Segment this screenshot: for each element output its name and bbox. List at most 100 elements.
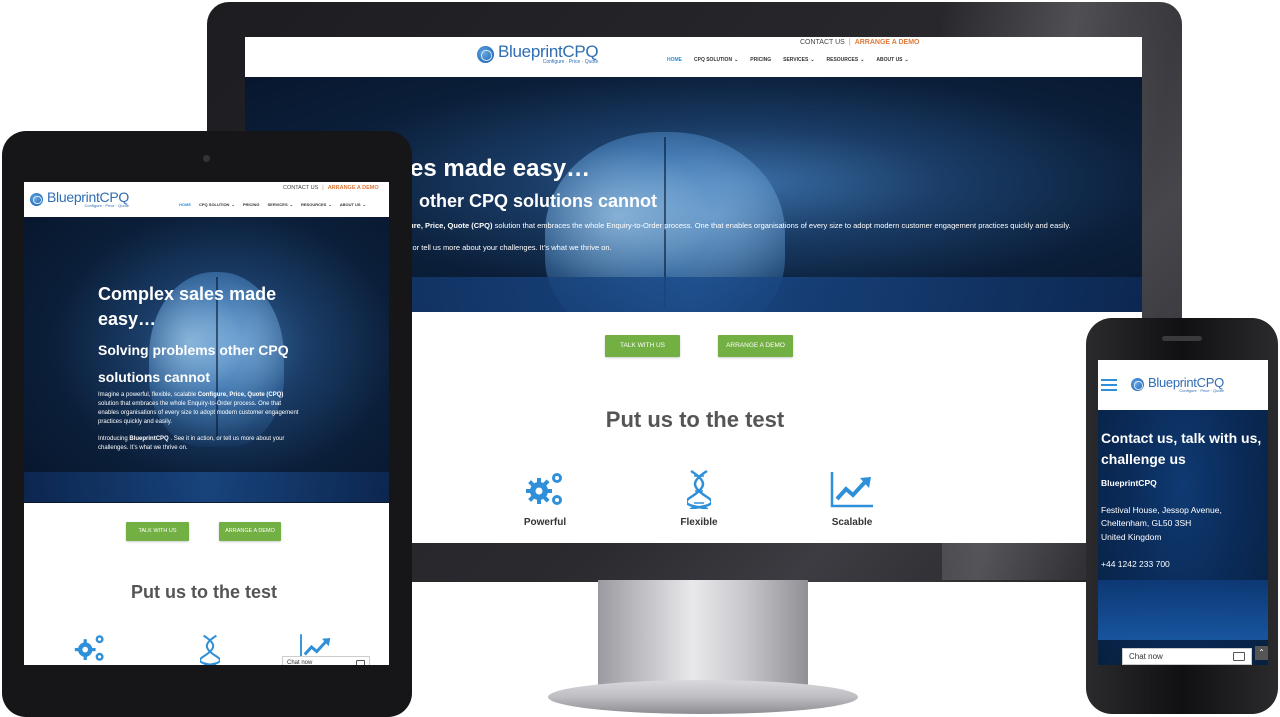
logo-tagline: Configure · Price · Quote [542, 59, 599, 65]
hamburger-menu-icon[interactable] [1101, 379, 1117, 391]
chat-label: Chat now [1129, 652, 1163, 661]
nav-about-us-label: ABOUT US [339, 202, 361, 207]
tablet-website: BlueprintCPQ Configure · Price · Quote C… [24, 182, 389, 665]
address-line-1: Festival House, Jessop Avenue, [1101, 505, 1222, 515]
chevron-down-icon: ⌄ [904, 57, 909, 63]
site-header: BlueprintCPQ Configure · Price · Quote C… [245, 37, 1142, 77]
main-nav: HOME CPQ SOLUTION ⌄ PRICING SERVICES ⌄ RES… [667, 57, 909, 63]
logo-mark-icon [1131, 378, 1144, 392]
chevron-down-icon: ⌄ [810, 57, 815, 63]
contact-us-link[interactable]: CONTACT US [283, 185, 318, 191]
hero-subtitle: Solving problems other CPQ solutions can… [98, 342, 289, 385]
nav-home[interactable]: HOME [179, 202, 191, 207]
nav-cpq-solution-label: CPQ SOLUTION [199, 202, 230, 207]
dna-icon [200, 634, 220, 665]
hero-intro-2: Introducing BlueprintCPQ . See it in act… [98, 435, 308, 453]
chat-label: Chat now [287, 660, 313, 665]
contact-us-link[interactable]: CONTACT US [800, 39, 845, 46]
arrange-demo-button[interactable]: ARRANGE A DEMO [219, 522, 281, 541]
hero-intro-b: solution that embraces the whole Enquiry… [98, 401, 299, 425]
site-header: BlueprintCPQ Configure · Price · Quote C… [24, 182, 389, 217]
chat-widget[interactable]: Chat now [1122, 648, 1252, 665]
talk-with-us-button[interactable]: TALK WITH US [126, 522, 189, 541]
chat-window-icon [356, 659, 365, 665]
arrange-demo-link[interactable]: ARRANGE A DEMO [855, 39, 920, 46]
top-links: CONTACT US | ARRANGE A DEMO [800, 39, 920, 46]
contact-band [1098, 580, 1268, 640]
chevron-down-icon: ⌄ [362, 202, 366, 207]
devices-mockup: BlueprintCPQ Configure · Price · Quote C… [0, 0, 1280, 717]
contact-heading: Contact us, talk with us, challenge us [1101, 430, 1262, 467]
tablet-camera [203, 155, 210, 162]
site-logo[interactable]: BlueprintCPQ Configure · Price · Quote [1131, 376, 1224, 393]
feature-flexible: Flexible [659, 469, 739, 528]
chevron-down-icon: ⌄ [734, 57, 739, 63]
section-title: Put us to the test [605, 407, 785, 432]
nav-resources[interactable]: RESOURCES ⌄ [301, 202, 332, 207]
company-name: BlueprintCPQ [1101, 478, 1157, 488]
arrange-demo-button[interactable]: ARRANGE A DEMO [718, 335, 793, 357]
nav-about-us[interactable]: ABOUT US ⌄ [340, 202, 366, 207]
hero-band [24, 472, 389, 502]
nav-about-us[interactable]: ABOUT US ⌄ [876, 57, 908, 63]
nav-resources-label: RESOURCES [301, 202, 327, 207]
logo-wordmark: BlueprintCPQ [498, 42, 599, 61]
arrange-demo-link[interactable]: ARRANGE A DEMO [328, 185, 379, 191]
feature-scalable: Scalable [812, 469, 892, 528]
nav-about-us-label: ABOUT US [876, 57, 903, 63]
address-line-3: United Kingdom [1101, 532, 1162, 542]
top-links-separator: | [848, 39, 851, 46]
nav-pricing[interactable]: PRICING [750, 57, 771, 63]
contact-section: Contact us, talk with us, challenge us B… [1098, 410, 1268, 665]
address-line-2: Cheltenham, GL50 3SH [1101, 518, 1192, 528]
hero-intro-rest: solution that embraces the whole Enquiry… [492, 221, 1071, 230]
main-nav: HOME CPQ SOLUTION ⌄ PRICING SERVICES ⌄ RES… [179, 202, 366, 207]
hero-intro-2: on, or tell us more about your challenge… [400, 243, 612, 252]
nav-cpq-solution[interactable]: CPQ SOLUTION ⌄ [694, 57, 738, 63]
hero-intro2-bold: BlueprintCPQ [129, 436, 169, 442]
site-logo[interactable]: BlueprintCPQ Configure · Price · Quote [30, 190, 129, 208]
hero-intro2-a: Introducing [98, 436, 130, 442]
nav-services[interactable]: SERVICES ⌄ [267, 202, 293, 207]
nav-pricing[interactable]: PRICING [243, 202, 260, 207]
phone-website: BlueprintCPQ Configure · Price · Quote C… [1098, 360, 1268, 665]
hero-title: es made easy… [410, 155, 591, 182]
scroll-top-button[interactable]: ⌃ [1255, 646, 1268, 660]
logo-mark-icon [30, 192, 43, 206]
talk-with-us-button[interactable]: TALK WITH US [605, 335, 680, 357]
nav-home[interactable]: HOME [667, 57, 682, 63]
feature-label: Powerful [523, 517, 567, 528]
monitor-stand [598, 580, 808, 685]
nav-services-label: SERVICES [783, 57, 809, 63]
phone-number[interactable]: +44 1242 233 700 [1101, 559, 1170, 569]
growth-chart-icon [830, 472, 873, 508]
feature-powerful: Powerful [505, 469, 585, 528]
hero-intro-a: Imagine a powerful, flexible, scalable [98, 392, 198, 398]
section-title: Put us to the test [130, 582, 277, 602]
monitor-stand-base [548, 680, 858, 714]
chevron-down-icon: ⌄ [860, 57, 865, 63]
logo-tagline: Configure · Price · Quote [1179, 388, 1224, 393]
top-links: CONTACT US | ARRANGE A DEMO [283, 185, 379, 191]
top-links-separator: | [322, 185, 324, 191]
hero-intro-bold: figure, Price, Quote (CPQ) [400, 221, 493, 230]
chat-widget[interactable]: Chat now [282, 656, 370, 665]
chevron-down-icon: ⌄ [289, 202, 293, 207]
site-logo[interactable]: BlueprintCPQ Configure · Price · Quote [477, 42, 599, 66]
feature-label: Scalable [831, 517, 873, 528]
chevron-down-icon: ⌄ [231, 202, 235, 207]
dna-icon [687, 469, 711, 509]
feature-label: Flexible [680, 517, 718, 528]
chevron-down-icon: ⌄ [328, 202, 332, 207]
hero-section: Complex sales made easy… Solving problem… [24, 217, 389, 503]
nav-resources[interactable]: RESOURCES ⌄ [827, 57, 865, 63]
logo-tagline: Configure · Price · Quote [84, 203, 129, 208]
hero-title: Complex sales made easy… [98, 284, 277, 329]
logo-mark-icon [477, 45, 494, 63]
nav-cpq-solution-label: CPQ SOLUTION [694, 57, 733, 63]
hero-subtitle: other CPQ solutions cannot [419, 191, 658, 211]
nav-services[interactable]: SERVICES ⌄ [783, 57, 814, 63]
nav-cpq-solution[interactable]: CPQ SOLUTION ⌄ [199, 202, 235, 207]
hero-intro-bold: Configure, Price, Quote (CPQ) [197, 392, 284, 398]
gears-icon [74, 635, 104, 661]
